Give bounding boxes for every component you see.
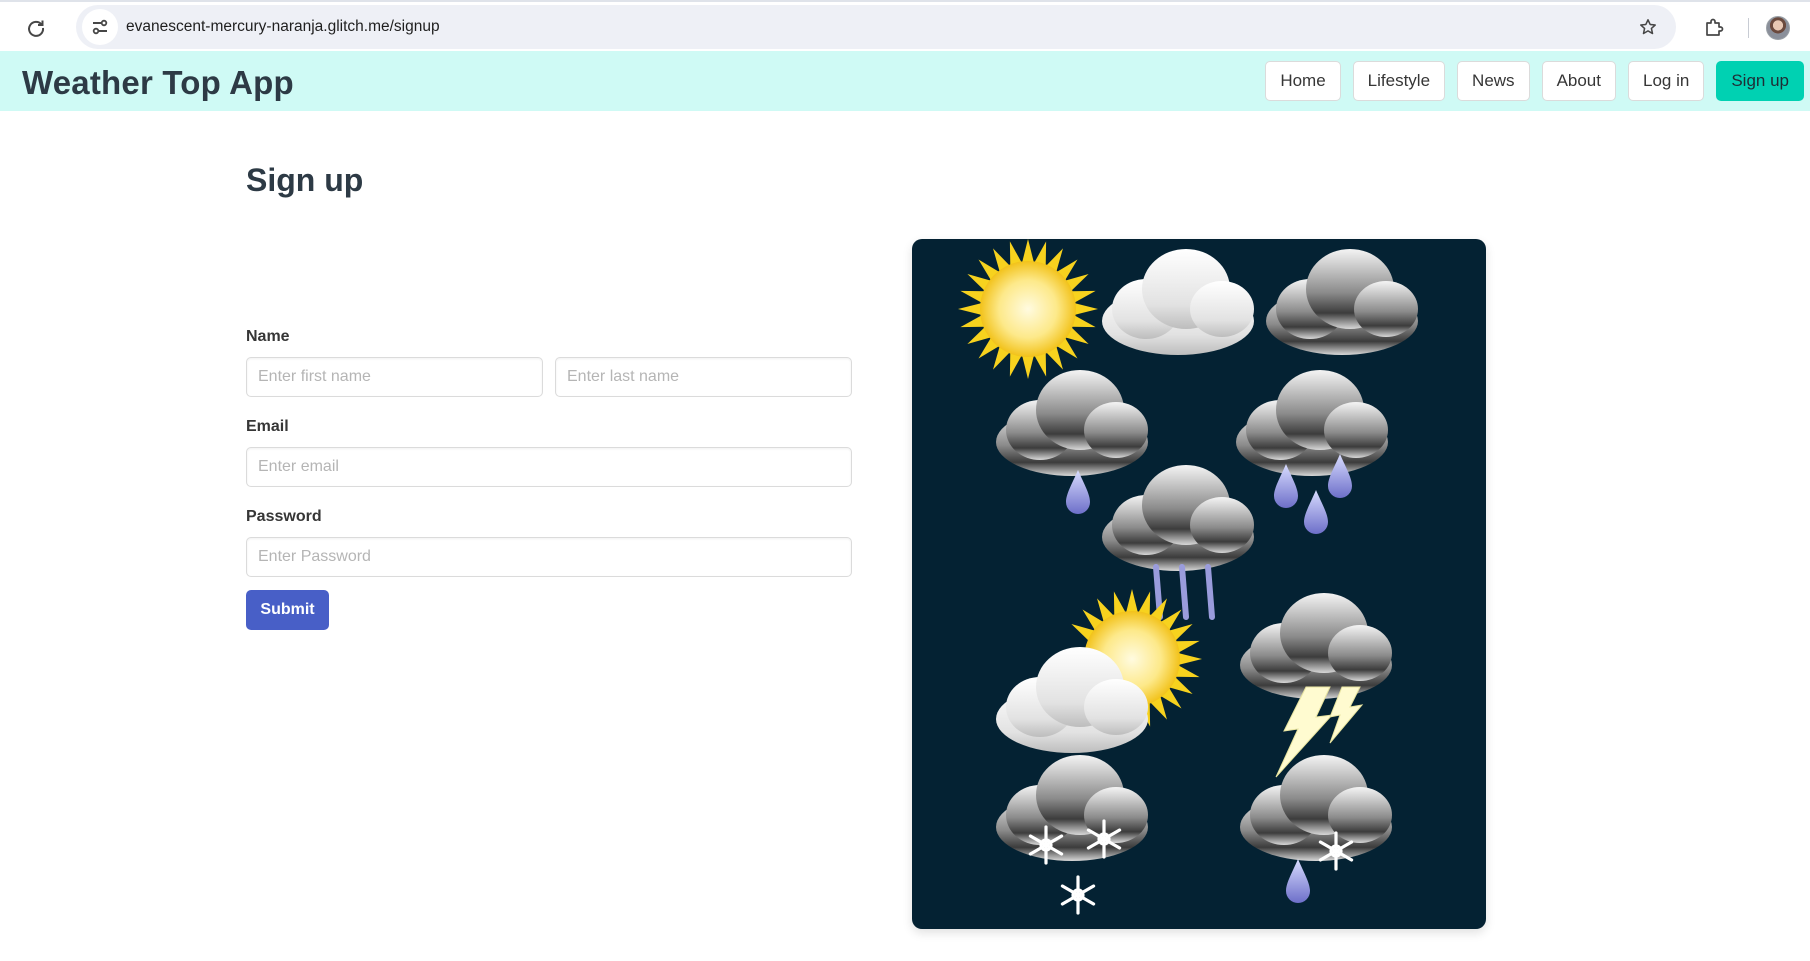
app-navbar: Weather Top App Home Lifestyle News Abou…	[0, 51, 1810, 111]
snow-icon	[996, 755, 1148, 915]
profile-avatar[interactable]	[1766, 16, 1790, 40]
name-label: Name	[246, 328, 290, 345]
sleet-icon	[1240, 755, 1392, 903]
rain-icon	[1236, 370, 1388, 534]
name-row	[246, 357, 852, 397]
email-label: Email	[246, 418, 289, 435]
toolbar-separator	[1748, 18, 1749, 38]
dark-cloud-icon	[1266, 249, 1418, 355]
partly-sunny-icon	[996, 589, 1202, 753]
cloud-icon	[1102, 249, 1254, 355]
site-info-icon[interactable]	[82, 9, 118, 45]
nav-news-button[interactable]: News	[1457, 61, 1530, 101]
email-row	[246, 447, 852, 487]
last-name-input[interactable]	[555, 357, 852, 397]
brand-title[interactable]: Weather Top App	[22, 51, 294, 111]
nav-buttons: Home Lifestyle News About Log in Sign up	[1265, 61, 1804, 101]
weather-icons-image	[912, 239, 1486, 929]
browser-toolbar: evanescent-mercury-naranja.glitch.me/sig…	[0, 0, 1810, 51]
nav-lifestyle-button[interactable]: Lifestyle	[1352, 61, 1446, 101]
reload-icon[interactable]	[24, 16, 48, 40]
password-row	[246, 537, 852, 577]
url-text[interactable]: evanescent-mercury-naranja.glitch.me/sig…	[126, 5, 440, 49]
first-name-input[interactable]	[246, 357, 543, 397]
submit-button[interactable]: Submit	[246, 590, 329, 630]
page-title: Sign up	[246, 162, 364, 198]
heavy-rain-icon	[1102, 465, 1254, 620]
nav-login-button[interactable]: Log in	[1628, 61, 1705, 101]
bookmark-star-icon[interactable]	[1636, 15, 1660, 39]
thunderstorm-icon	[1240, 593, 1392, 778]
email-input[interactable]	[246, 447, 852, 487]
address-bar[interactable]: evanescent-mercury-naranja.glitch.me/sig…	[76, 5, 1676, 49]
light-rain-icon	[996, 370, 1148, 514]
extensions-puzzle-icon[interactable]	[1702, 15, 1726, 39]
password-label: Password	[246, 508, 322, 525]
nav-signup-button[interactable]: Sign up	[1716, 61, 1804, 101]
nav-home-button[interactable]: Home	[1265, 61, 1341, 101]
password-input[interactable]	[246, 537, 852, 577]
signup-form: Name Email Password Submit	[246, 326, 852, 630]
sun-icon	[958, 239, 1098, 379]
nav-about-button[interactable]: About	[1541, 61, 1616, 101]
